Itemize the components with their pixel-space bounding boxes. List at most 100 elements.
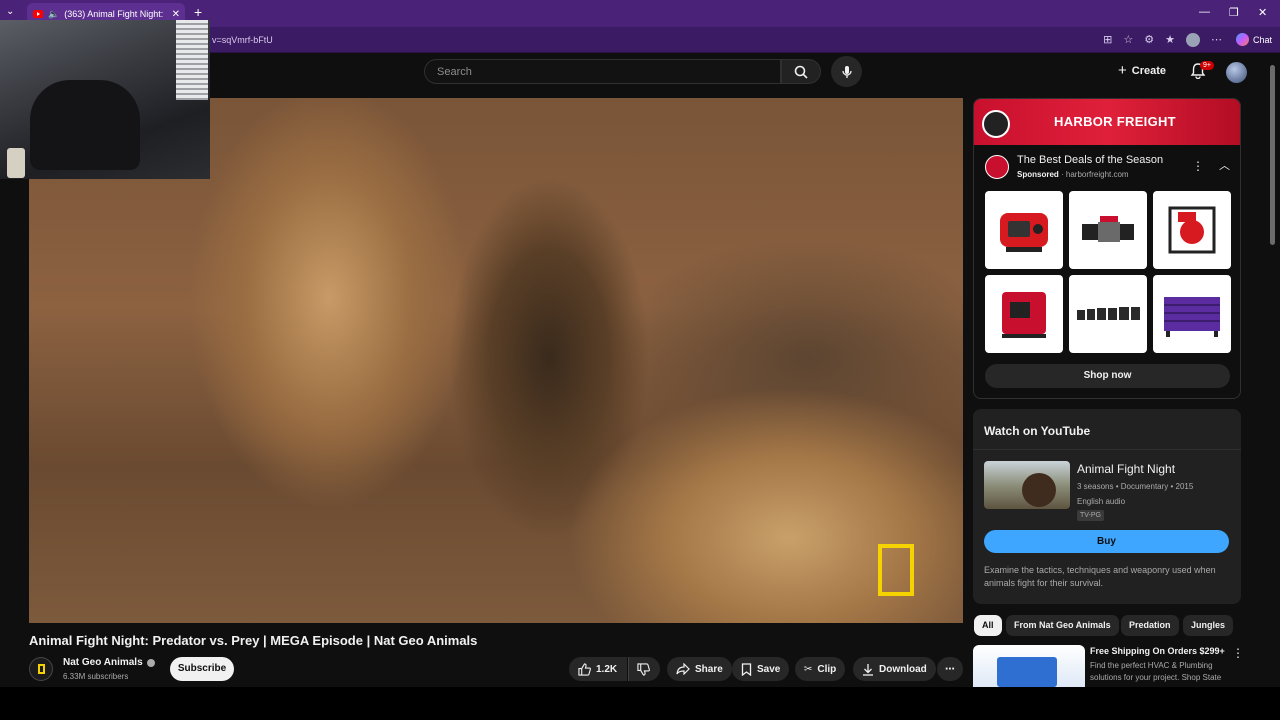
product-winch[interactable] bbox=[1069, 191, 1147, 269]
url-text[interactable]: v=sqVmrf-bFtU bbox=[212, 35, 273, 45]
bookmark-icon bbox=[741, 662, 752, 676]
like-count: 1.2K bbox=[596, 663, 618, 675]
ad-listing-menu-icon[interactable]: ⋮ bbox=[1232, 646, 1244, 660]
save-button[interactable]: Save bbox=[732, 657, 790, 681]
search-icon bbox=[794, 65, 808, 79]
channel-name[interactable]: Nat Geo Animals bbox=[63, 657, 143, 668]
close-window-button[interactable]: ✕ bbox=[1258, 6, 1267, 19]
download-icon bbox=[863, 663, 873, 676]
extensions-icon[interactable]: ⚙ bbox=[1144, 33, 1154, 47]
scrollbar-thumb[interactable] bbox=[1270, 65, 1275, 245]
chat-label: Chat bbox=[1252, 34, 1272, 45]
tab-title: (363) Animal Fight Night: Pred bbox=[64, 9, 164, 19]
clip-button[interactable]: ✂ Clip bbox=[795, 657, 846, 681]
socket-set-icon bbox=[1077, 307, 1140, 320]
chip-jungles[interactable]: Jungles bbox=[1183, 615, 1234, 636]
channel-avatar[interactable] bbox=[29, 657, 53, 681]
chip-all[interactable]: All bbox=[974, 615, 1002, 636]
page-scrollbar[interactable] bbox=[1268, 53, 1276, 687]
window-blinds bbox=[176, 20, 208, 100]
subscribe-button[interactable]: Subscribe bbox=[170, 657, 234, 681]
thumbs-up-icon bbox=[578, 662, 591, 676]
chair-silhouette bbox=[30, 80, 140, 170]
sponsored-label: Sponsored bbox=[1017, 170, 1059, 179]
copilot-chat-button[interactable]: Chat bbox=[1235, 33, 1272, 46]
ad-listing-title[interactable]: Free Shipping On Orders $299+ bbox=[1090, 646, 1225, 656]
collapse-chevron-up-icon[interactable]: ︿ bbox=[1219, 157, 1230, 173]
copilot-icon bbox=[1235, 33, 1249, 46]
show-title[interactable]: Animal Fight Night bbox=[1077, 462, 1175, 476]
more-horizontal-icon: ⋯ bbox=[945, 663, 955, 675]
clip-label: Clip bbox=[817, 663, 837, 675]
cup bbox=[7, 148, 25, 178]
natgeo-logo-icon bbox=[37, 664, 45, 674]
sponsored-ad-card: HARBOR FREIGHT The Best Deals of the Sea… bbox=[973, 98, 1241, 399]
video-title: Animal Fight Night: Predator vs. Prey | … bbox=[29, 633, 478, 648]
ad-thumbnail[interactable] bbox=[973, 645, 1085, 687]
save-label: Save bbox=[757, 663, 781, 675]
apps-icon[interactable]: ⊞ bbox=[1103, 33, 1112, 47]
ad-banner[interactable]: HARBOR FREIGHT bbox=[974, 99, 1240, 145]
search-input[interactable]: Search bbox=[424, 59, 781, 84]
download-button[interactable]: Download bbox=[853, 657, 936, 681]
generator-icon bbox=[1000, 213, 1048, 252]
voice-search-button[interactable] bbox=[831, 56, 862, 87]
share-arrow-icon bbox=[676, 663, 690, 675]
new-tab-button[interactable]: + bbox=[194, 4, 202, 20]
taskbar bbox=[0, 687, 1280, 720]
product-water-pump[interactable] bbox=[1153, 191, 1231, 269]
address-bar-icons: ⊞ ☆ ⚙ ★ ⋯ bbox=[1103, 33, 1222, 47]
share-button[interactable]: Share bbox=[667, 657, 732, 681]
shop-now-button[interactable]: Shop now bbox=[985, 364, 1230, 388]
ad-menu-icon[interactable]: ⋮ bbox=[1192, 159, 1204, 173]
divider bbox=[973, 449, 1241, 450]
winch-icon bbox=[1082, 216, 1134, 242]
chip-from-channel[interactable]: From Nat Geo Animals bbox=[1006, 615, 1119, 636]
product-generator[interactable] bbox=[985, 191, 1063, 269]
advertiser-logo[interactable] bbox=[985, 155, 1009, 179]
chip-predation[interactable]: Predation bbox=[1121, 615, 1179, 636]
product-inverter-generator[interactable] bbox=[985, 275, 1063, 353]
close-tab-icon[interactable]: ✕ bbox=[172, 9, 180, 20]
microphone-icon bbox=[841, 65, 852, 78]
thumbs-down-icon bbox=[637, 662, 650, 676]
ad-listing-description: Find the perfect HVAC & Plumbing solutio… bbox=[1090, 661, 1222, 682]
plus-icon: + bbox=[1118, 62, 1127, 79]
product-socket-set[interactable] bbox=[1069, 275, 1147, 353]
ad-banner-text: HARBOR FREIGHT bbox=[1054, 114, 1176, 129]
minimize-button[interactable]: — bbox=[1199, 6, 1210, 18]
notification-count-badge: 9+ bbox=[1200, 61, 1214, 70]
show-meta: 3 seasons • Documentary • 2015 bbox=[1077, 482, 1194, 491]
favorites-icon[interactable]: ★ bbox=[1165, 33, 1175, 47]
product-tool-chest[interactable] bbox=[1153, 275, 1231, 353]
water-pump-icon bbox=[1168, 206, 1216, 254]
ad-domain: harborfreight.com bbox=[1065, 170, 1129, 179]
favorite-star-icon[interactable]: ☆ bbox=[1123, 33, 1133, 47]
download-label: Download bbox=[879, 663, 927, 675]
more-icon[interactable]: ⋯ bbox=[1211, 33, 1222, 47]
like-button[interactable]: 1.2K bbox=[569, 657, 628, 681]
scissors-icon: ✂ bbox=[804, 663, 813, 675]
hvac-product-image bbox=[997, 657, 1057, 687]
channel-name-row[interactable]: Nat Geo Animals bbox=[63, 657, 155, 668]
inverter-generator-icon bbox=[1002, 292, 1046, 338]
show-thumbnail[interactable] bbox=[984, 461, 1070, 509]
create-button[interactable]: + Create bbox=[1118, 62, 1166, 79]
account-avatar[interactable] bbox=[1226, 62, 1247, 83]
browser-profile-avatar[interactable] bbox=[1186, 33, 1200, 47]
ad-title[interactable]: The Best Deals of the Season bbox=[1017, 154, 1163, 166]
share-label: Share bbox=[695, 663, 723, 675]
watch-card-heading: Watch on YouTube bbox=[984, 424, 1091, 438]
ad-sponsor-line: Sponsored · harborfreight.com bbox=[1017, 170, 1129, 179]
dislike-button[interactable] bbox=[628, 657, 660, 681]
tab-actions-menu-icon[interactable]: ⌄ bbox=[6, 6, 14, 17]
buy-button[interactable]: Buy bbox=[984, 530, 1229, 553]
search-button[interactable] bbox=[781, 59, 821, 84]
restore-button[interactable]: ❐ bbox=[1229, 6, 1239, 19]
show-description: Examine the tactics, techniques and weap… bbox=[984, 565, 1216, 588]
show-audio: English audio bbox=[1077, 497, 1126, 506]
more-actions-button[interactable]: ⋯ bbox=[937, 657, 963, 681]
animal-thumbnail bbox=[1022, 473, 1056, 507]
verified-check-icon bbox=[146, 658, 155, 667]
speaker-icon[interactable]: 🔈 bbox=[48, 9, 59, 20]
